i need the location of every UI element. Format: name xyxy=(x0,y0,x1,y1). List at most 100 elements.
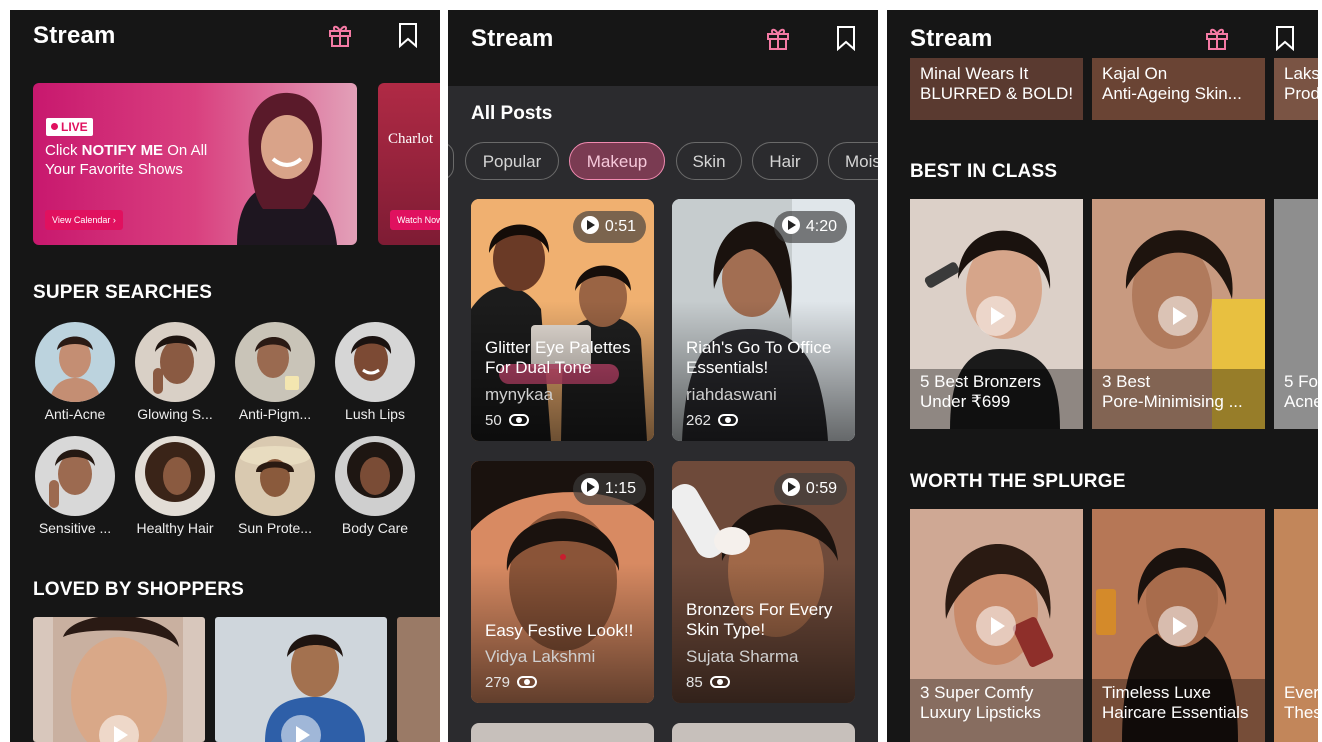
category-lush-lips[interactable] xyxy=(335,322,415,402)
eye-icon xyxy=(508,414,529,426)
gift-icon[interactable] xyxy=(328,22,352,48)
play-icon xyxy=(1158,606,1198,646)
eye-icon xyxy=(517,676,538,688)
best-in-class-tile[interactable]: 5 Best Bronzers Under ₹699 xyxy=(910,199,1083,429)
category-label: Lush Lips xyxy=(345,406,405,422)
category-anti-acne[interactable] xyxy=(35,322,115,402)
app-title: Stream xyxy=(33,22,116,49)
collection-tile[interactable]: Kajal On Anti-Ageing Skin... xyxy=(1092,50,1265,120)
app-title: Stream xyxy=(910,25,993,52)
category-label: Sensitive ... xyxy=(38,520,112,536)
duration-badge: 4:20 xyxy=(773,211,847,243)
super-searches-title: SUPER SEARCHES xyxy=(33,282,213,303)
category-label: Glowing S... xyxy=(137,406,213,422)
bookmark-icon[interactable] xyxy=(1274,25,1296,51)
post-card[interactable] xyxy=(471,723,654,742)
play-icon xyxy=(580,216,599,234)
second-promo-banner[interactable]: Charlot Watch Now xyxy=(378,83,440,245)
chip-hair[interactable]: Hair xyxy=(752,142,818,180)
bookmark-icon[interactable] xyxy=(397,22,419,48)
post-title: Bronzers For Every Skin Type! xyxy=(686,600,833,639)
post-author: Vidya Lakshmi xyxy=(485,647,596,666)
category-label: Anti-Acne xyxy=(44,406,106,422)
best-in-class-tile[interactable]: 5 FoAcne xyxy=(1274,199,1318,429)
play-icon xyxy=(976,606,1016,646)
gift-icon[interactable] xyxy=(1205,25,1229,51)
best-in-class-tile[interactable]: 3 Best Pore-Minimising ... xyxy=(1092,199,1265,429)
category-label: Body Care xyxy=(341,520,409,536)
chip-skin[interactable]: Skin xyxy=(676,142,742,180)
play-icon xyxy=(976,296,1016,336)
post-views: 262 xyxy=(686,412,739,429)
bookmark-icon[interactable] xyxy=(835,25,857,51)
post-author: mynykaa xyxy=(485,385,554,404)
category-glowing-skin[interactable] xyxy=(135,322,215,402)
top-bar: Stream xyxy=(887,10,1318,58)
post-author: Sujata Sharma xyxy=(686,647,799,666)
collection-tile[interactable]: Minal Wears It BLURRED & BOLD! xyxy=(910,50,1083,120)
promo-message: Click NOTIFY ME On All Your Favorite Sho… xyxy=(45,142,208,178)
chip-moisturizer[interactable]: Mois xyxy=(828,142,878,180)
worth-the-splurge-title: WORTH THE SPLURGE xyxy=(910,471,1126,492)
second-promo-brand: Charlot xyxy=(388,131,433,147)
tile-title: Timeless Luxe Haircare Essentials xyxy=(1102,683,1249,722)
post-views: 85 xyxy=(686,674,730,691)
post-title: Easy Festive Look!! xyxy=(485,621,634,640)
collection-tile[interactable]: Laks Prod xyxy=(1274,50,1318,120)
post-card[interactable]: 0:51 Glitter Eye Palettes For Dual Tone m… xyxy=(471,199,654,441)
loved-by-shoppers-title: LOVED BY SHOPPERS xyxy=(33,579,245,600)
category-healthy-hair[interactable] xyxy=(135,436,215,516)
play-icon xyxy=(1158,296,1198,336)
category-anti-pigmentation[interactable] xyxy=(235,322,315,402)
view-calendar-button[interactable]: View Calendar › xyxy=(45,210,123,230)
tile-title: 3 Super Comfy Luxury Lipsticks xyxy=(920,683,1041,722)
category-sensitive-skin[interactable] xyxy=(35,436,115,516)
loved-video-thumb[interactable] xyxy=(397,617,440,742)
tile-title: Kajal On Anti-Ageing Skin... xyxy=(1102,64,1242,103)
chip-makeup[interactable]: Makeup xyxy=(569,142,665,180)
loved-video-thumb[interactable] xyxy=(33,617,205,742)
eye-icon xyxy=(709,676,730,688)
top-bar: Stream xyxy=(448,10,878,86)
eye-icon xyxy=(718,414,739,426)
post-card[interactable] xyxy=(672,723,855,742)
all-posts-title: All Posts xyxy=(471,103,553,124)
post-title: Riah's Go To Office Essentials! xyxy=(686,338,832,377)
chip-partial[interactable] xyxy=(448,142,454,180)
category-body-care[interactable] xyxy=(335,436,415,516)
watch-now-button[interactable]: Watch Now xyxy=(390,210,440,230)
gift-icon[interactable] xyxy=(766,25,790,51)
post-views: 279 xyxy=(485,674,538,691)
loved-video-thumb[interactable] xyxy=(215,617,387,742)
splurge-tile[interactable]: 3 Super Comfy Luxury Lipsticks xyxy=(910,509,1083,742)
tile-title: 5 Best Bronzers Under ₹699 xyxy=(920,372,1041,411)
live-promo-banner[interactable]: LIVE Click NOTIFY ME On All Your Favorit… xyxy=(33,83,357,245)
splurge-tile[interactable]: Timeless Luxe Haircare Essentials xyxy=(1092,509,1265,742)
chip-popular[interactable]: Popular xyxy=(465,142,559,180)
post-author: riahdaswani xyxy=(686,385,777,404)
category-sun-protection[interactable] xyxy=(235,436,315,516)
tile-title: Minal Wears It BLURRED & BOLD! xyxy=(920,64,1074,103)
category-label: Sun Prote... xyxy=(238,520,312,536)
top-bar: Stream xyxy=(10,10,440,86)
post-title: Glitter Eye Palettes For Dual Tone xyxy=(485,338,631,377)
post-views: 50 xyxy=(485,412,529,429)
collections-screen: Minal Wears It BLURRED & BOLD! Kajal On An… xyxy=(887,10,1318,742)
tile-title: 5 FoAcne xyxy=(1284,372,1318,411)
all-posts-screen: Stream All Posts Popular Makeup Skin Hai… xyxy=(448,10,878,742)
best-in-class-title: BEST IN CLASS xyxy=(910,161,1058,182)
stream-home-screen: Stream LIVE Click NOTIFY ME On All Your … xyxy=(10,10,440,742)
duration-badge: 1:15 xyxy=(572,473,646,505)
post-card[interactable]: 4:20 Riah's Go To Office Essentials! riah… xyxy=(672,199,855,441)
play-icon xyxy=(781,478,800,496)
tile-title: 3 Best Pore-Minimising ... xyxy=(1102,372,1243,411)
post-card[interactable]: 0:59 Bronzers For Every Skin Type! Sujata… xyxy=(672,461,855,703)
category-label: Healthy Hair xyxy=(136,520,214,536)
splurge-tile[interactable]: Ever Thes xyxy=(1274,509,1318,742)
app-title: Stream xyxy=(471,25,554,52)
play-icon xyxy=(781,216,800,234)
category-label: Anti-Pigm... xyxy=(238,406,312,422)
tile-title: Ever Thes xyxy=(1284,683,1318,722)
play-icon xyxy=(580,478,599,496)
post-card[interactable]: 1:15 Easy Festive Look!! Vidya Lakshmi 2… xyxy=(471,461,654,703)
